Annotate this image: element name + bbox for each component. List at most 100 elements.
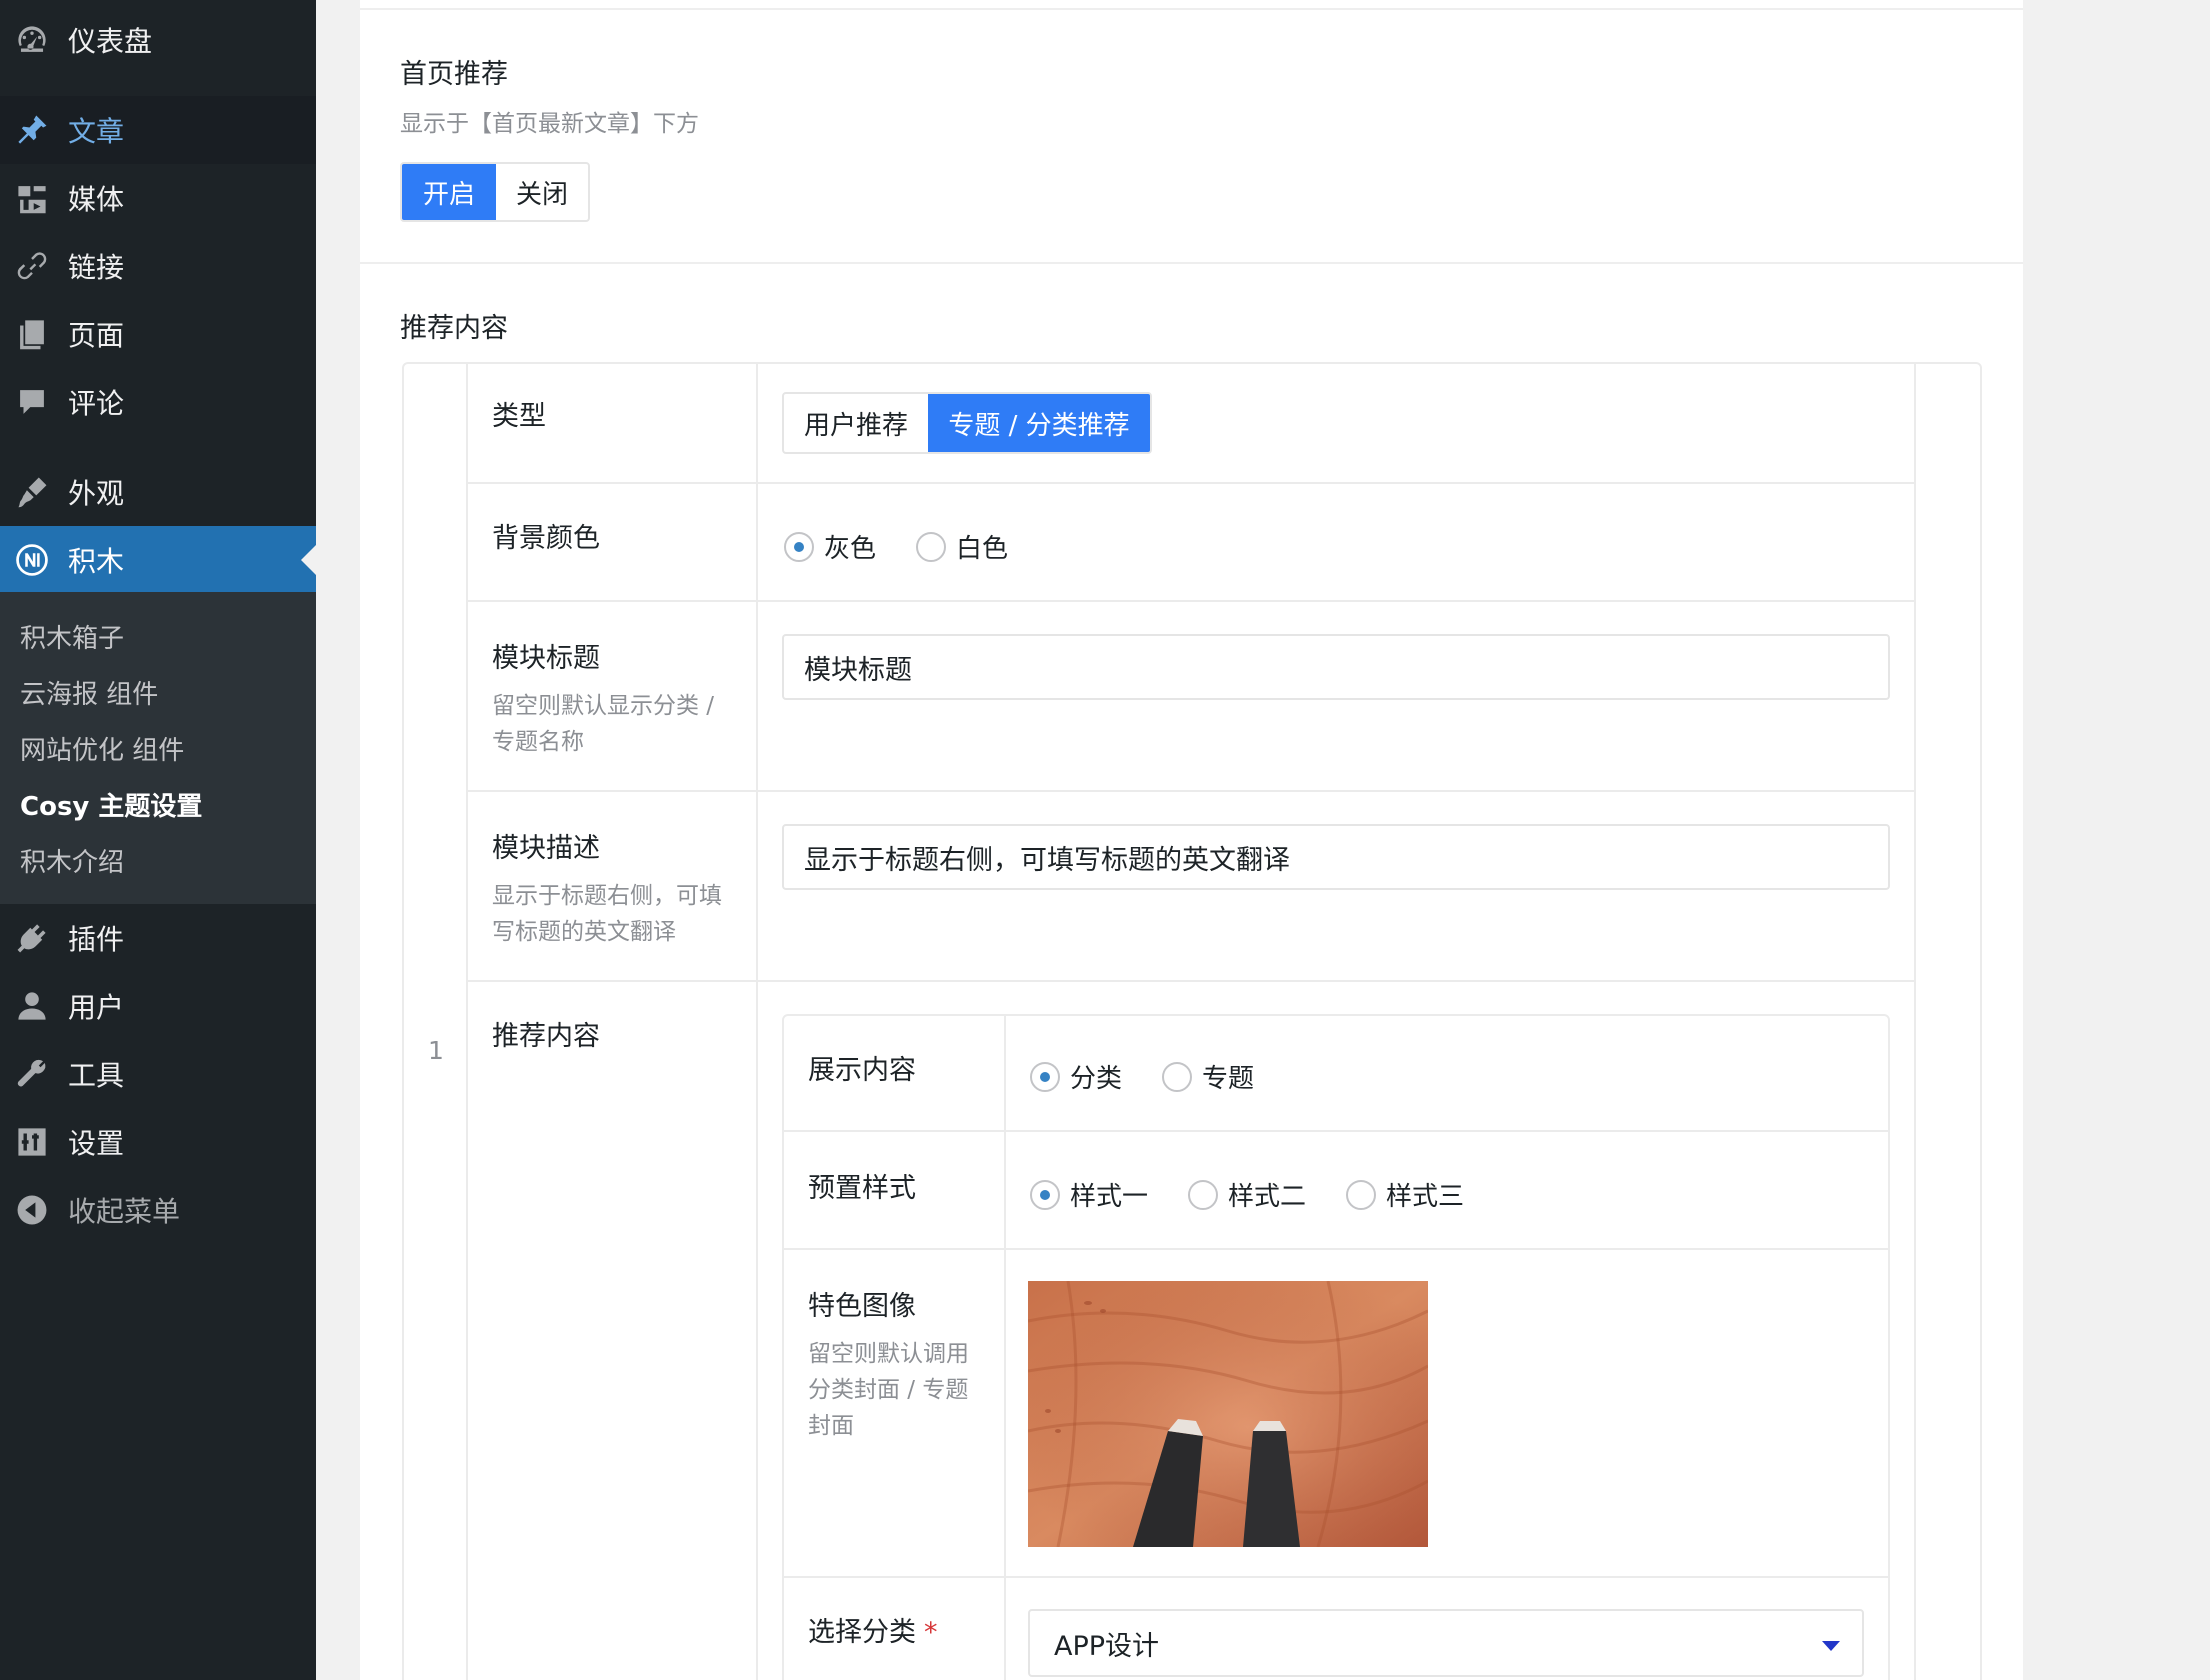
menu-media-label: 媒体 (68, 183, 125, 216)
radio-label: 专题 (1202, 1064, 1255, 1094)
display-content-radio-group: 分类 专题 (1030, 1058, 1294, 1095)
row-divider (466, 790, 1916, 792)
toggle-on-button[interactable]: 开启 (402, 164, 496, 220)
module-title-desc-2: 专题名称 (492, 729, 584, 755)
radio-circle (784, 531, 814, 562)
jimu-submenu: 积木箱子 云海报 组件 网站优化 组件 Cosy 主题设置 积木介绍 (0, 592, 316, 904)
nested-row-divider (782, 1130, 1890, 1132)
menu-pages[interactable]: 页面 (0, 300, 316, 368)
admin-sidebar: 仪表盘 文章 媒体 链接 页面 评论 外观 积木 积木箱子 云海报 组件 网站优… (0, 0, 316, 1680)
menu-collapse-label: 收起菜单 (68, 1195, 181, 1228)
submenu-item-jimu-intro[interactable]: 积木介绍 (20, 842, 124, 879)
nested-row-divider (782, 1576, 1890, 1578)
menu-posts-label: 文章 (68, 115, 125, 148)
link-icon (14, 248, 50, 284)
radio-label: 灰色 (824, 534, 877, 564)
radio-circle (1162, 1061, 1193, 1092)
display-content-label: 展示内容 (808, 1055, 916, 1086)
radio-circle (1346, 1179, 1377, 1210)
preset-style-label: 预置样式 (808, 1173, 916, 1204)
menu-comments[interactable]: 评论 (0, 368, 316, 436)
radio-label: 分类 (1070, 1064, 1123, 1094)
menu-dashboard-label: 仪表盘 (68, 25, 153, 58)
module-desc-desc-1: 显示于标题右侧，可填 (492, 883, 722, 909)
row-divider (466, 980, 1916, 982)
user-icon (14, 988, 50, 1024)
menu-jimu[interactable]: 积木 (0, 526, 316, 594)
radio-label: 样式一 (1070, 1182, 1149, 1212)
module-desc-input[interactable]: 显示于标题右侧，可填写标题的英文翻译 (782, 824, 1890, 890)
dashboard-icon (14, 22, 50, 58)
menu-appearance-label: 外观 (68, 477, 125, 510)
brush-icon (14, 474, 50, 510)
nested-row-divider (782, 1248, 1890, 1250)
submenu-item-cosy-settings[interactable]: Cosy 主题设置 (20, 786, 202, 823)
repeater-index: 1 (428, 1036, 444, 1065)
menu-links[interactable]: 链接 (0, 232, 316, 300)
menu-posts[interactable]: 文章 (0, 96, 316, 164)
bg-gray-radio[interactable]: 灰色 (784, 528, 876, 565)
category-select[interactable]: APP设计 (1028, 1609, 1864, 1677)
preset-style-3-radio[interactable]: 样式三 (1346, 1176, 1464, 1213)
current-menu-arrow (301, 545, 316, 575)
feature-image-label: 特色图像 (808, 1291, 916, 1322)
toggle-off-button[interactable]: 关闭 (496, 164, 588, 220)
preset-style-radio-group: 样式一 样式二 样式三 (1030, 1176, 1504, 1213)
bg-white-radio[interactable]: 白色 (916, 528, 1008, 565)
menu-users-label: 用户 (68, 991, 125, 1024)
menu-collapse[interactable]: 收起菜单 (0, 1176, 316, 1244)
radio-circle (1188, 1179, 1219, 1210)
plugin-icon (14, 920, 50, 956)
top-divider (360, 8, 2023, 10)
module-title-input[interactable]: 模块标题 (782, 634, 1890, 700)
row-divider (466, 600, 1916, 602)
type-topic-category-button[interactable]: 专题 / 分类推荐 (928, 394, 1150, 452)
menu-users[interactable]: 用户 (0, 972, 316, 1040)
menu-plugins-label: 插件 (68, 923, 125, 956)
select-category-label-text: 选择分类 (808, 1617, 916, 1648)
menu-links-label: 链接 (68, 251, 125, 284)
pin-icon (14, 112, 50, 148)
recommend-content-title: 推荐内容 (400, 313, 508, 344)
module-title-desc-1: 留空则默认显示分类 / (492, 693, 715, 719)
settings-sliders-icon (14, 1124, 50, 1160)
submenu-item-seo[interactable]: 网站优化 组件 (20, 730, 184, 767)
home-recommend-desc: 显示于【首页最新文章】下方 (400, 111, 699, 137)
pages-icon (14, 316, 50, 352)
preset-style-2-radio[interactable]: 样式二 (1188, 1176, 1306, 1213)
bg-color-label: 背景颜色 (492, 523, 600, 554)
display-category-radio[interactable]: 分类 (1030, 1058, 1122, 1095)
submenu-item-jimu-box[interactable]: 积木箱子 (20, 618, 124, 655)
submenu-item-poster[interactable]: 云海报 组件 (20, 674, 158, 711)
menu-appearance[interactable]: 外观 (0, 458, 316, 526)
menu-settings[interactable]: 设置 (0, 1108, 316, 1176)
row-divider (466, 482, 1916, 484)
jimu-logo-icon (14, 542, 50, 578)
radio-circle (1030, 1179, 1060, 1210)
type-label: 类型 (492, 401, 546, 432)
menu-comments-label: 评论 (68, 387, 125, 420)
radio-circle (916, 531, 947, 562)
radio-circle (1030, 1061, 1060, 1092)
menu-tools[interactable]: 工具 (0, 1040, 316, 1108)
menu-jimu-label: 积木 (68, 545, 125, 578)
feature-image-desc-2: 分类封面 / 专题 (808, 1377, 969, 1403)
feature-image-preview[interactable] (1028, 1281, 1428, 1547)
category-select-value: APP设计 (1054, 1630, 1160, 1662)
desert-footprints-image (1028, 1281, 1428, 1547)
display-topic-radio[interactable]: 专题 (1162, 1058, 1254, 1095)
type-user-button[interactable]: 用户推荐 (784, 394, 928, 452)
menu-plugins[interactable]: 插件 (0, 904, 316, 972)
menu-dashboard[interactable]: 仪表盘 (0, 6, 316, 74)
wrench-icon (14, 1056, 50, 1092)
section-divider (360, 262, 2023, 264)
menu-media[interactable]: 媒体 (0, 164, 316, 232)
preset-style-1-radio[interactable]: 样式一 (1030, 1176, 1148, 1213)
feature-image-desc-1: 留空则默认调用 (808, 1341, 969, 1367)
caret-down-icon (1822, 1641, 1840, 1651)
required-asterisk: * (924, 1617, 938, 1648)
home-recommend-toggle: 开启 关闭 (400, 162, 590, 222)
radio-label: 样式三 (1386, 1182, 1465, 1212)
select-category-label: 选择分类 * (808, 1610, 938, 1649)
menu-pages-label: 页面 (68, 319, 125, 352)
